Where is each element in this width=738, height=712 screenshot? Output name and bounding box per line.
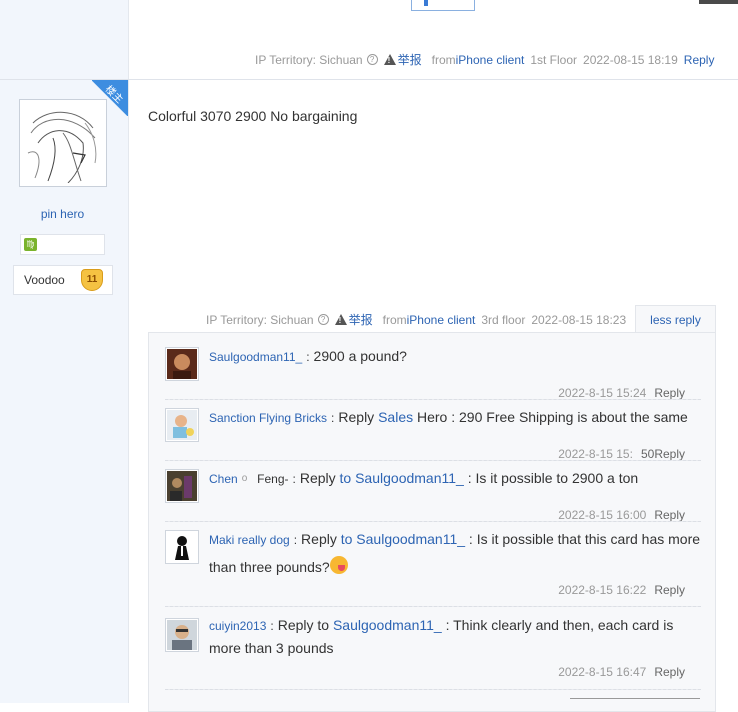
floor-number: 3rd floor (481, 312, 526, 327)
reply-button[interactable]: Reply (654, 665, 685, 679)
zodiac-icon[interactable]: ♍ (24, 238, 37, 251)
reply-username[interactable]: Saulgoodman11_ (209, 350, 302, 364)
reply-time: 2022-8-15 16:00 (558, 508, 647, 522)
reply-text: Hero : 290 Free Shipping is about the sa… (417, 409, 688, 425)
reply-list: Saulgoodman11_:2900 a pound? 2022-8-15 1… (148, 332, 716, 712)
avatar-image (167, 620, 197, 650)
client-link[interactable]: iPhone client (456, 53, 525, 67)
reply-username-suffix: Feng- (257, 472, 289, 486)
reply-prefix: Reply (299, 470, 336, 486)
reply-target[interactable]: Saulgoodman11_ (333, 617, 442, 633)
reply-username[interactable]: cuiyin2013 (209, 619, 266, 633)
floor-3-tail: IP Territory: Sichuan ? 举报 from iPhone c… (206, 311, 632, 328)
reply-divider (165, 399, 701, 400)
level-badge: 11 (81, 269, 103, 291)
reply-body: Maki really dog: Reply to Saulgoodman11_ … (209, 531, 701, 575)
reply-button[interactable]: Reply (654, 447, 685, 461)
less-reply-button[interactable]: less reply (635, 305, 716, 333)
reply-meta: 2022-8-15 15:24 Reply (558, 386, 685, 400)
reply-divider (165, 521, 701, 522)
reply-username[interactable]: Sanction Flying Bricks (209, 411, 327, 425)
emoji-tongue-icon (329, 556, 348, 574)
level-box[interactable]: Voodoo 11 (13, 265, 113, 295)
report-link[interactable]: 举报 (383, 51, 426, 68)
author-name[interactable]: pin hero (0, 207, 125, 221)
post-content: Colorful 3070 2900 No bargaining (148, 108, 358, 124)
avatar-image (167, 532, 197, 562)
warning-icon (383, 54, 396, 65)
reply-button[interactable]: Reply (654, 508, 685, 522)
level-label: Voodoo (24, 273, 65, 287)
reply-link[interactable]: Reply (684, 53, 715, 67)
reply-time: 2022-8-15 15:24 (558, 386, 647, 400)
rank-bar: ♍ (20, 234, 105, 255)
floor-1-tail: IP Territory: Sichuan ? 举报 from iPhone c… (255, 51, 720, 68)
reply-time-extra: 50 (640, 447, 655, 461)
reply-divider (165, 460, 701, 461)
avatar[interactable] (165, 408, 199, 442)
avatar-image (167, 410, 197, 440)
reply-time: 2022-8-15 16:47 (558, 665, 647, 679)
floor-number: 1st Floor (530, 52, 578, 67)
reply-divider (165, 689, 701, 690)
reply-button[interactable]: Reply (654, 386, 685, 400)
avatar[interactable] (165, 618, 199, 652)
avatar[interactable] (165, 347, 199, 381)
reply-body: Chen o Feng-: Reply to Saulgoodman11_ : Is… (209, 470, 639, 486)
bottom-input-edge (570, 698, 700, 699)
reply-target[interactable]: to Saulgoodman11_ (340, 470, 464, 486)
avatar-sketch-image (23, 103, 103, 184)
avatar[interactable] (165, 469, 199, 503)
reply-meta: 2022-8-15 16:22 Reply (558, 583, 685, 597)
post-time: 2022-08-15 18:19 (583, 52, 678, 67)
reply-button[interactable]: Reply (654, 583, 685, 597)
reply-prefix: Reply (301, 531, 337, 547)
from-label: from (382, 312, 407, 327)
help-icon[interactable]: ? (317, 314, 329, 325)
reply-text: : Is it possible to 2900 a ton (467, 470, 639, 486)
reply-prefix: Reply (338, 409, 375, 425)
user-mark: o (241, 473, 248, 484)
from-label: from (431, 52, 456, 67)
avatar-image (167, 471, 197, 501)
client-link[interactable]: iPhone client (407, 313, 476, 327)
report-link[interactable]: 举报 (334, 311, 377, 328)
post-time: 2022-08-15 18:23 (531, 312, 627, 327)
reply-divider (165, 606, 701, 607)
reply-time: 2022-8-15 16:22 (558, 583, 647, 597)
reply-meta: 2022-8-15 16:47 Reply (558, 665, 685, 679)
reply-username[interactable]: Chen (209, 472, 238, 486)
reply-text: 2900 a pound? (313, 348, 407, 364)
help-icon[interactable]: ? (366, 54, 378, 65)
reply-prefix: Reply to (277, 617, 330, 633)
reply-target[interactable]: to Saulgoodman11_ (341, 531, 465, 547)
ip-territory-label: IP Territory: Sichuan (206, 312, 314, 327)
reply-time: 2022-8-15 15: (558, 447, 633, 461)
warning-icon (334, 314, 347, 325)
avatar[interactable] (165, 530, 199, 564)
reply-meta: 2022-8-15 16:00 Reply (558, 508, 685, 522)
op-badge: 楼主 (92, 80, 128, 116)
reply-meta: 2022-8-15 15: 50Reply (558, 447, 685, 461)
reply-username[interactable]: Maki really dog (209, 533, 290, 547)
top-tab-fragment (411, 0, 475, 11)
reply-body: cuiyin2013: Reply to Saulgoodman11_ : Thi… (209, 617, 674, 656)
ip-territory-label: IP Territory: Sichuan (255, 52, 363, 67)
reply-target[interactable]: Sales (378, 409, 413, 425)
top-scroll-fragment (699, 0, 738, 4)
avatar-image (167, 349, 197, 379)
reply-body: Sanction Flying Bricks: Reply Sales Hero … (209, 409, 688, 425)
reply-body: Saulgoodman11_:2900 a pound? (209, 348, 407, 364)
